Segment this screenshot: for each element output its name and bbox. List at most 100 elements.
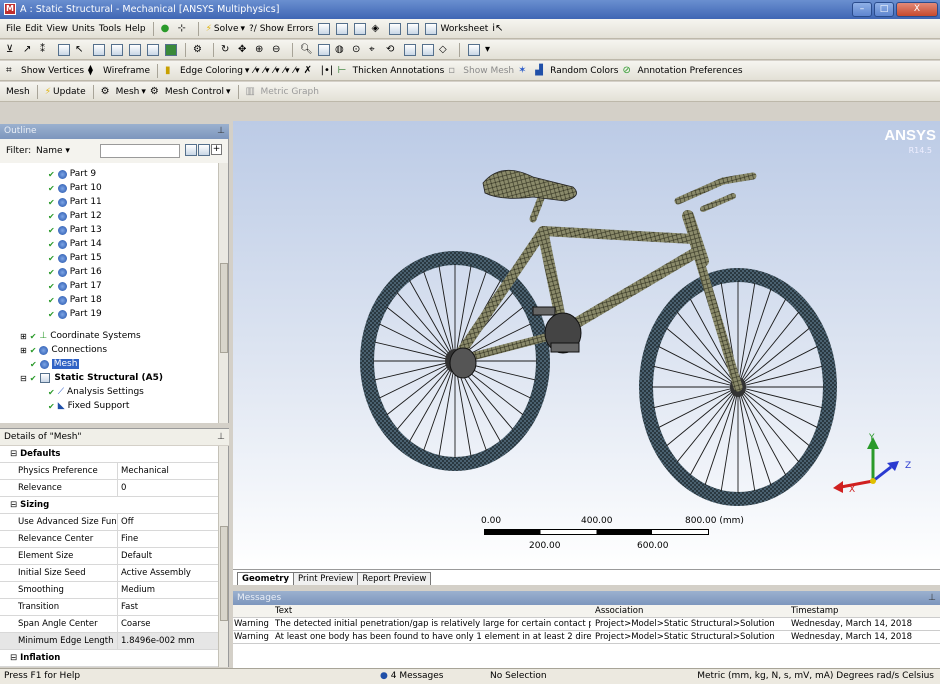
tree-node-part[interactable]: ✔ Part 14 [48,237,102,251]
expand-all-icon[interactable]: + [211,144,222,155]
check-icon[interactable]: ● [161,22,174,35]
metric-graph-button[interactable]: ▥ Metric Graph [246,85,319,98]
rotate-icon[interactable]: ↻ [221,43,234,56]
viewport-icon[interactable] [468,43,480,56]
solve-button[interactable]: ⚡ Solve ▾ [206,24,245,34]
menu-help[interactable]: Help [125,24,146,34]
vertex-select-icon[interactable]: ⁑ [40,43,53,56]
edge-bar-icon[interactable]: |•| [321,64,334,77]
app-icon[interactable]: M [4,3,16,15]
show-errors-button[interactable]: ?/ Show Errors [249,24,313,34]
tree-node-mesh[interactable]: ✔ Mesh [30,357,80,371]
view-next-icon[interactable] [404,43,416,56]
edge-display-3-icon[interactable]: ⁄▾ [274,66,280,76]
expand-icon[interactable] [185,144,197,156]
zoom-to-fit-icon[interactable] [318,43,330,56]
tree-node-part[interactable]: ✔ Part 12 [48,209,102,223]
edge-display-2-icon[interactable]: ⁄▾ [263,66,269,76]
tag-icon[interactable]: ◇ [439,43,452,56]
body-select-icon[interactable] [111,43,123,56]
filter-select[interactable]: Name ▾ [34,144,96,158]
outline-scrollbar[interactable] [218,163,228,423]
wireframe-button[interactable]: ⧫ Wireframe [88,64,150,77]
menu-tools[interactable]: Tools [99,24,121,34]
iso-view-icon[interactable]: ⌖ [369,43,382,56]
annotation-preferences-button[interactable]: ⊘ Annotation Preferences [622,64,742,77]
details-scrollbar[interactable] [218,446,228,667]
show-mesh-button[interactable]: ▫ Show Mesh [448,64,514,77]
tree-node-part[interactable]: ✔ Part 13 [48,223,102,237]
magnifier-icon[interactable]: ◍ [335,43,348,56]
zoom-out-icon[interactable]: ⊙ [352,43,365,56]
status-messages[interactable]: ● 4 Messages [380,671,443,681]
edge-pin-icon[interactable]: ✗ [304,64,317,77]
details-row[interactable]: Element Size Default [0,548,219,565]
tree-node-part[interactable]: ✔ Part 18 [48,293,102,307]
details-scroll-thumb[interactable] [220,526,228,621]
details-pin-icon[interactable]: ⊥ [217,429,225,446]
tree-node-part[interactable]: ✔ Part 15 [48,251,102,265]
tree-node-part[interactable]: ✔ Part 17 [48,279,102,293]
element-select-icon[interactable] [147,43,159,56]
zoom-box-icon[interactable]: ⊖ [272,43,285,56]
tree-node-analysis-settings[interactable]: ✔ ⟋ Analysis Settings [48,385,144,399]
camera-icon[interactable] [407,22,420,35]
mesh-dropdown[interactable]: ⚙ Mesh ▾ [101,85,146,98]
details-row[interactable]: Initial Size Seed Active Assembly [0,565,219,582]
col-text[interactable]: Text [275,606,292,616]
show-vertices-button[interactable]: ⌗ Show Vertices [6,64,84,77]
details-row[interactable]: Smoothing Medium [0,582,219,599]
tree-node-part[interactable]: ✔ Part 16 [48,265,102,279]
table-icon[interactable] [318,22,331,35]
details-section[interactable]: ⊟ Defaults [0,446,219,463]
face-select-icon[interactable] [93,43,105,56]
graphics-viewport[interactable]: ANSYS R14.5 Y X Z 0.00 400.00 800.00 (mm… [233,121,940,569]
text-annotation-icon[interactable] [389,22,402,35]
details-section[interactable]: ⊟ Inflation [0,650,219,667]
zoom-icon[interactable]: ⊕ [255,43,268,56]
edge-select-icon[interactable] [58,43,70,56]
details-row[interactable]: Use Advanced Size FunctionOff [0,514,219,531]
status-units[interactable]: Metric (mm, kg, N, s, mV, mA) Degrees ra… [697,671,934,681]
filter-search-input[interactable] [100,144,180,158]
tab-geometry[interactable]: Geometry [237,572,294,585]
tab-print-preview[interactable]: Print Preview [293,572,359,585]
chart-icon[interactable] [336,22,349,35]
zoom-fit-icon[interactable]: 🔍︎ [300,43,313,56]
chevron-down-icon[interactable]: ▾ [485,43,498,56]
details-row[interactable]: Physics Preference Mechanical [0,463,219,480]
axes-toggle-icon[interactable]: ✶ [518,64,531,77]
cursor-help-icon[interactable]: i↖ [492,22,505,35]
collapse-icon[interactable] [198,144,210,156]
tree-node-part[interactable]: ✔ Part 11 [48,195,102,209]
tree-node-part[interactable]: ✔ Part 9 [48,167,96,181]
close-button[interactable]: X [896,2,938,17]
node-select-icon[interactable] [129,43,141,56]
edge-display-5-icon[interactable]: ⁄▾ [294,66,300,76]
menu-units[interactable]: Units [72,24,95,34]
probe-icon[interactable]: ◈ [371,22,384,35]
edge-display-4-icon[interactable]: ⁄▾ [284,66,290,76]
messages-pin-icon[interactable]: ⊥ [928,591,936,605]
details-row[interactable]: Relevance Center Fine [0,531,219,548]
tab-report-preview[interactable]: Report Preview [357,572,432,585]
selection-filter-icon[interactable]: ⚙ [193,43,206,56]
tree-node-coordinate-systems[interactable]: ⊞ ✔ ⊥ Coordinate Systems [20,329,141,343]
tree-node-fixed-support[interactable]: ✔ ◣ Fixed Support [48,399,129,413]
pointer-icon[interactable]: ↖ [75,43,88,56]
details-row[interactable]: Transition Fast [0,599,219,616]
pin-icon[interactable]: ⊥ [217,124,225,139]
tree-node-static-structural[interactable]: ⊟ ✔ Static Structural (A5) [20,371,163,385]
details-row[interactable]: Relevance 0 [0,480,219,497]
update-button[interactable]: ⚡ Update [45,87,86,97]
tree-node-part[interactable]: ✔ Part 10 [48,181,102,195]
mesh-control-dropdown[interactable]: ⚙ Mesh Control ▾ [150,85,231,98]
col-association[interactable]: Association [595,606,643,616]
tree-node-connections[interactable]: ⊞ ✔ Connections [20,343,107,357]
details-section[interactable]: ⊟ Sizing [0,497,219,514]
table-row[interactable]: Warning At least one body has been found … [233,631,940,644]
col-timestamp[interactable]: Timestamp [791,606,838,616]
details-row[interactable]: Minimum Edge Length 1.8496e-002 mm [0,633,219,650]
layout-icon[interactable] [422,43,434,56]
point-select-icon[interactable]: ↗ [23,43,36,56]
